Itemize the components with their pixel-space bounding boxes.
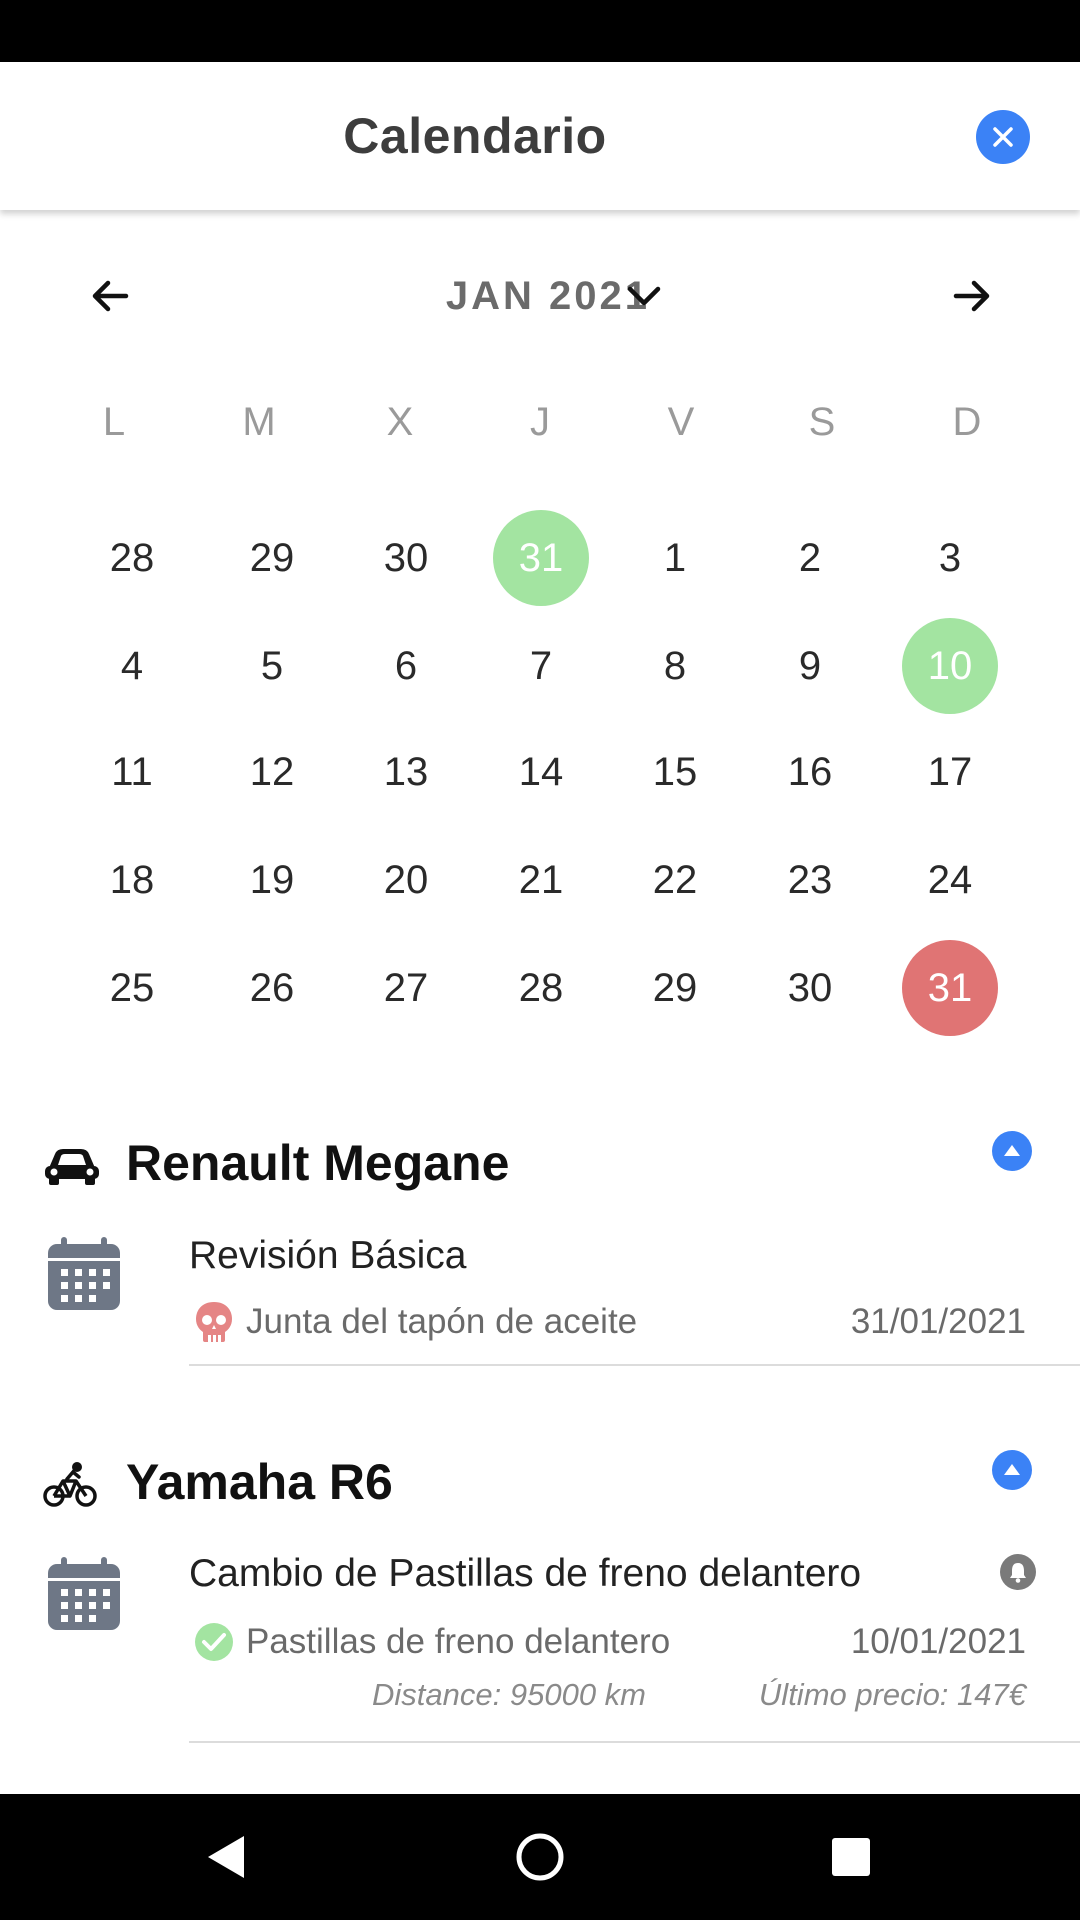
calendar-day[interactable]: 24 <box>902 832 998 928</box>
task-last-price: Último precio: 147€ <box>758 1677 1026 1712</box>
car-icon <box>42 1140 102 1190</box>
task-distance: Distance: 95000 km <box>372 1677 646 1712</box>
calendar-day[interactable]: 12 <box>224 724 320 820</box>
part-name: Pastillas de freno delantero <box>246 1622 671 1661</box>
weekday-label: X <box>386 400 414 444</box>
calendar-day[interactable]: 23 <box>762 832 858 928</box>
calendar-day[interactable]: 14 <box>493 724 589 820</box>
app-header: Calendario <box>0 62 1080 210</box>
system-nav-bar <box>0 1794 1080 1920</box>
weekday-label: D <box>952 400 982 444</box>
calendar-day[interactable]: 15 <box>627 724 723 820</box>
weekday-label: V <box>667 400 695 444</box>
calendar-day[interactable]: 29 <box>224 510 320 606</box>
calendar-day[interactable]: 30 <box>762 940 858 1036</box>
calendar-day[interactable]: 9 <box>762 618 858 714</box>
prev-month-button[interactable] <box>82 268 138 324</box>
calendar-day-green[interactable]: 10 <box>902 618 998 714</box>
calendar-day[interactable]: 28 <box>84 510 180 606</box>
home-button[interactable] <box>507 1824 573 1890</box>
calendar-day[interactable]: 17 <box>902 724 998 820</box>
calendar-day[interactable]: 19 <box>224 832 320 928</box>
close-icon <box>993 127 1013 147</box>
calendar-day[interactable]: 1 <box>627 510 723 606</box>
skull-icon <box>192 1300 236 1344</box>
calendar-day-green[interactable]: 31 <box>493 510 589 606</box>
close-button[interactable] <box>976 110 1030 164</box>
calendar-day[interactable]: 18 <box>84 832 180 928</box>
calendar-day[interactable]: 7 <box>493 618 589 714</box>
vehicle-name: Renault Megane <box>126 1135 510 1191</box>
calendar-day[interactable]: 4 <box>84 618 180 714</box>
triangle-up-icon <box>1004 1145 1020 1156</box>
calendar-day[interactable]: 16 <box>762 724 858 820</box>
task-title[interactable]: Revisión Básica <box>189 1230 466 1282</box>
calendar-day[interactable]: 21 <box>493 832 589 928</box>
collapse-button[interactable] <box>992 1450 1032 1490</box>
task-part-row: Junta del tapón de aceite <box>192 1298 637 1346</box>
check-circle-icon <box>192 1620 236 1664</box>
collapse-button[interactable] <box>992 1131 1032 1171</box>
recents-button[interactable] <box>818 1824 884 1890</box>
weekday-label: J <box>530 400 550 444</box>
divider <box>189 1741 1080 1743</box>
home-circle-icon <box>516 1833 564 1881</box>
weekday-label: M <box>242 400 276 444</box>
calendar-day[interactable]: 8 <box>627 618 723 714</box>
arrow-right-icon <box>953 280 990 312</box>
vehicle-name: Yamaha R6 <box>126 1454 393 1510</box>
calendar-day[interactable]: 2 <box>762 510 858 606</box>
calendar-day[interactable]: 27 <box>358 940 454 1036</box>
task-date: 31/01/2021 <box>850 1302 1026 1341</box>
calendar-icon <box>48 1557 120 1630</box>
recents-square-icon <box>832 1838 870 1876</box>
arrow-left-icon <box>92 280 129 312</box>
calendar-day[interactable]: 13 <box>358 724 454 820</box>
calendar-icon <box>48 1237 120 1310</box>
calendar-day[interactable]: 3 <box>902 510 998 606</box>
calendar-day[interactable]: 30 <box>358 510 454 606</box>
calendar-day[interactable]: 22 <box>627 832 723 928</box>
divider <box>189 1364 1080 1366</box>
triangle-up-icon <box>1004 1464 1020 1475</box>
task-part-row: Pastillas de freno delantero <box>192 1618 670 1666</box>
chevron-down-icon <box>627 286 661 306</box>
calendar-day[interactable]: 5 <box>224 618 320 714</box>
task-title[interactable]: Cambio de Pastillas de freno delantero <box>189 1548 861 1600</box>
calendar-day[interactable]: 6 <box>358 618 454 714</box>
bicycle-icon <box>42 1456 98 1512</box>
back-button[interactable] <box>192 1824 258 1890</box>
weekday-label: L <box>102 400 126 444</box>
calendar-day-red[interactable]: 31 <box>902 940 998 1036</box>
status-bar <box>0 0 1080 62</box>
month-label[interactable]: JAN 2021 <box>360 270 650 322</box>
calendar-day[interactable]: 11 <box>84 724 180 820</box>
back-triangle-icon <box>208 1836 244 1878</box>
task-date: 10/01/2021 <box>850 1622 1026 1661</box>
calendar-day[interactable]: 20 <box>358 832 454 928</box>
month-dropdown-button[interactable] <box>620 272 668 320</box>
calendar-day[interactable]: 25 <box>84 940 180 1036</box>
calendar-day[interactable]: 26 <box>224 940 320 1036</box>
calendar-day[interactable]: 28 <box>493 940 589 1036</box>
part-name: Junta del tapón de aceite <box>246 1302 638 1341</box>
page-title: Calendario <box>343 108 607 164</box>
weekday-label: S <box>808 400 836 444</box>
bell-icon[interactable] <box>1000 1554 1036 1590</box>
calendar-day[interactable]: 29 <box>627 940 723 1036</box>
weekday-header: L M X J V S D <box>0 392 1080 452</box>
next-month-button[interactable] <box>944 268 1000 324</box>
